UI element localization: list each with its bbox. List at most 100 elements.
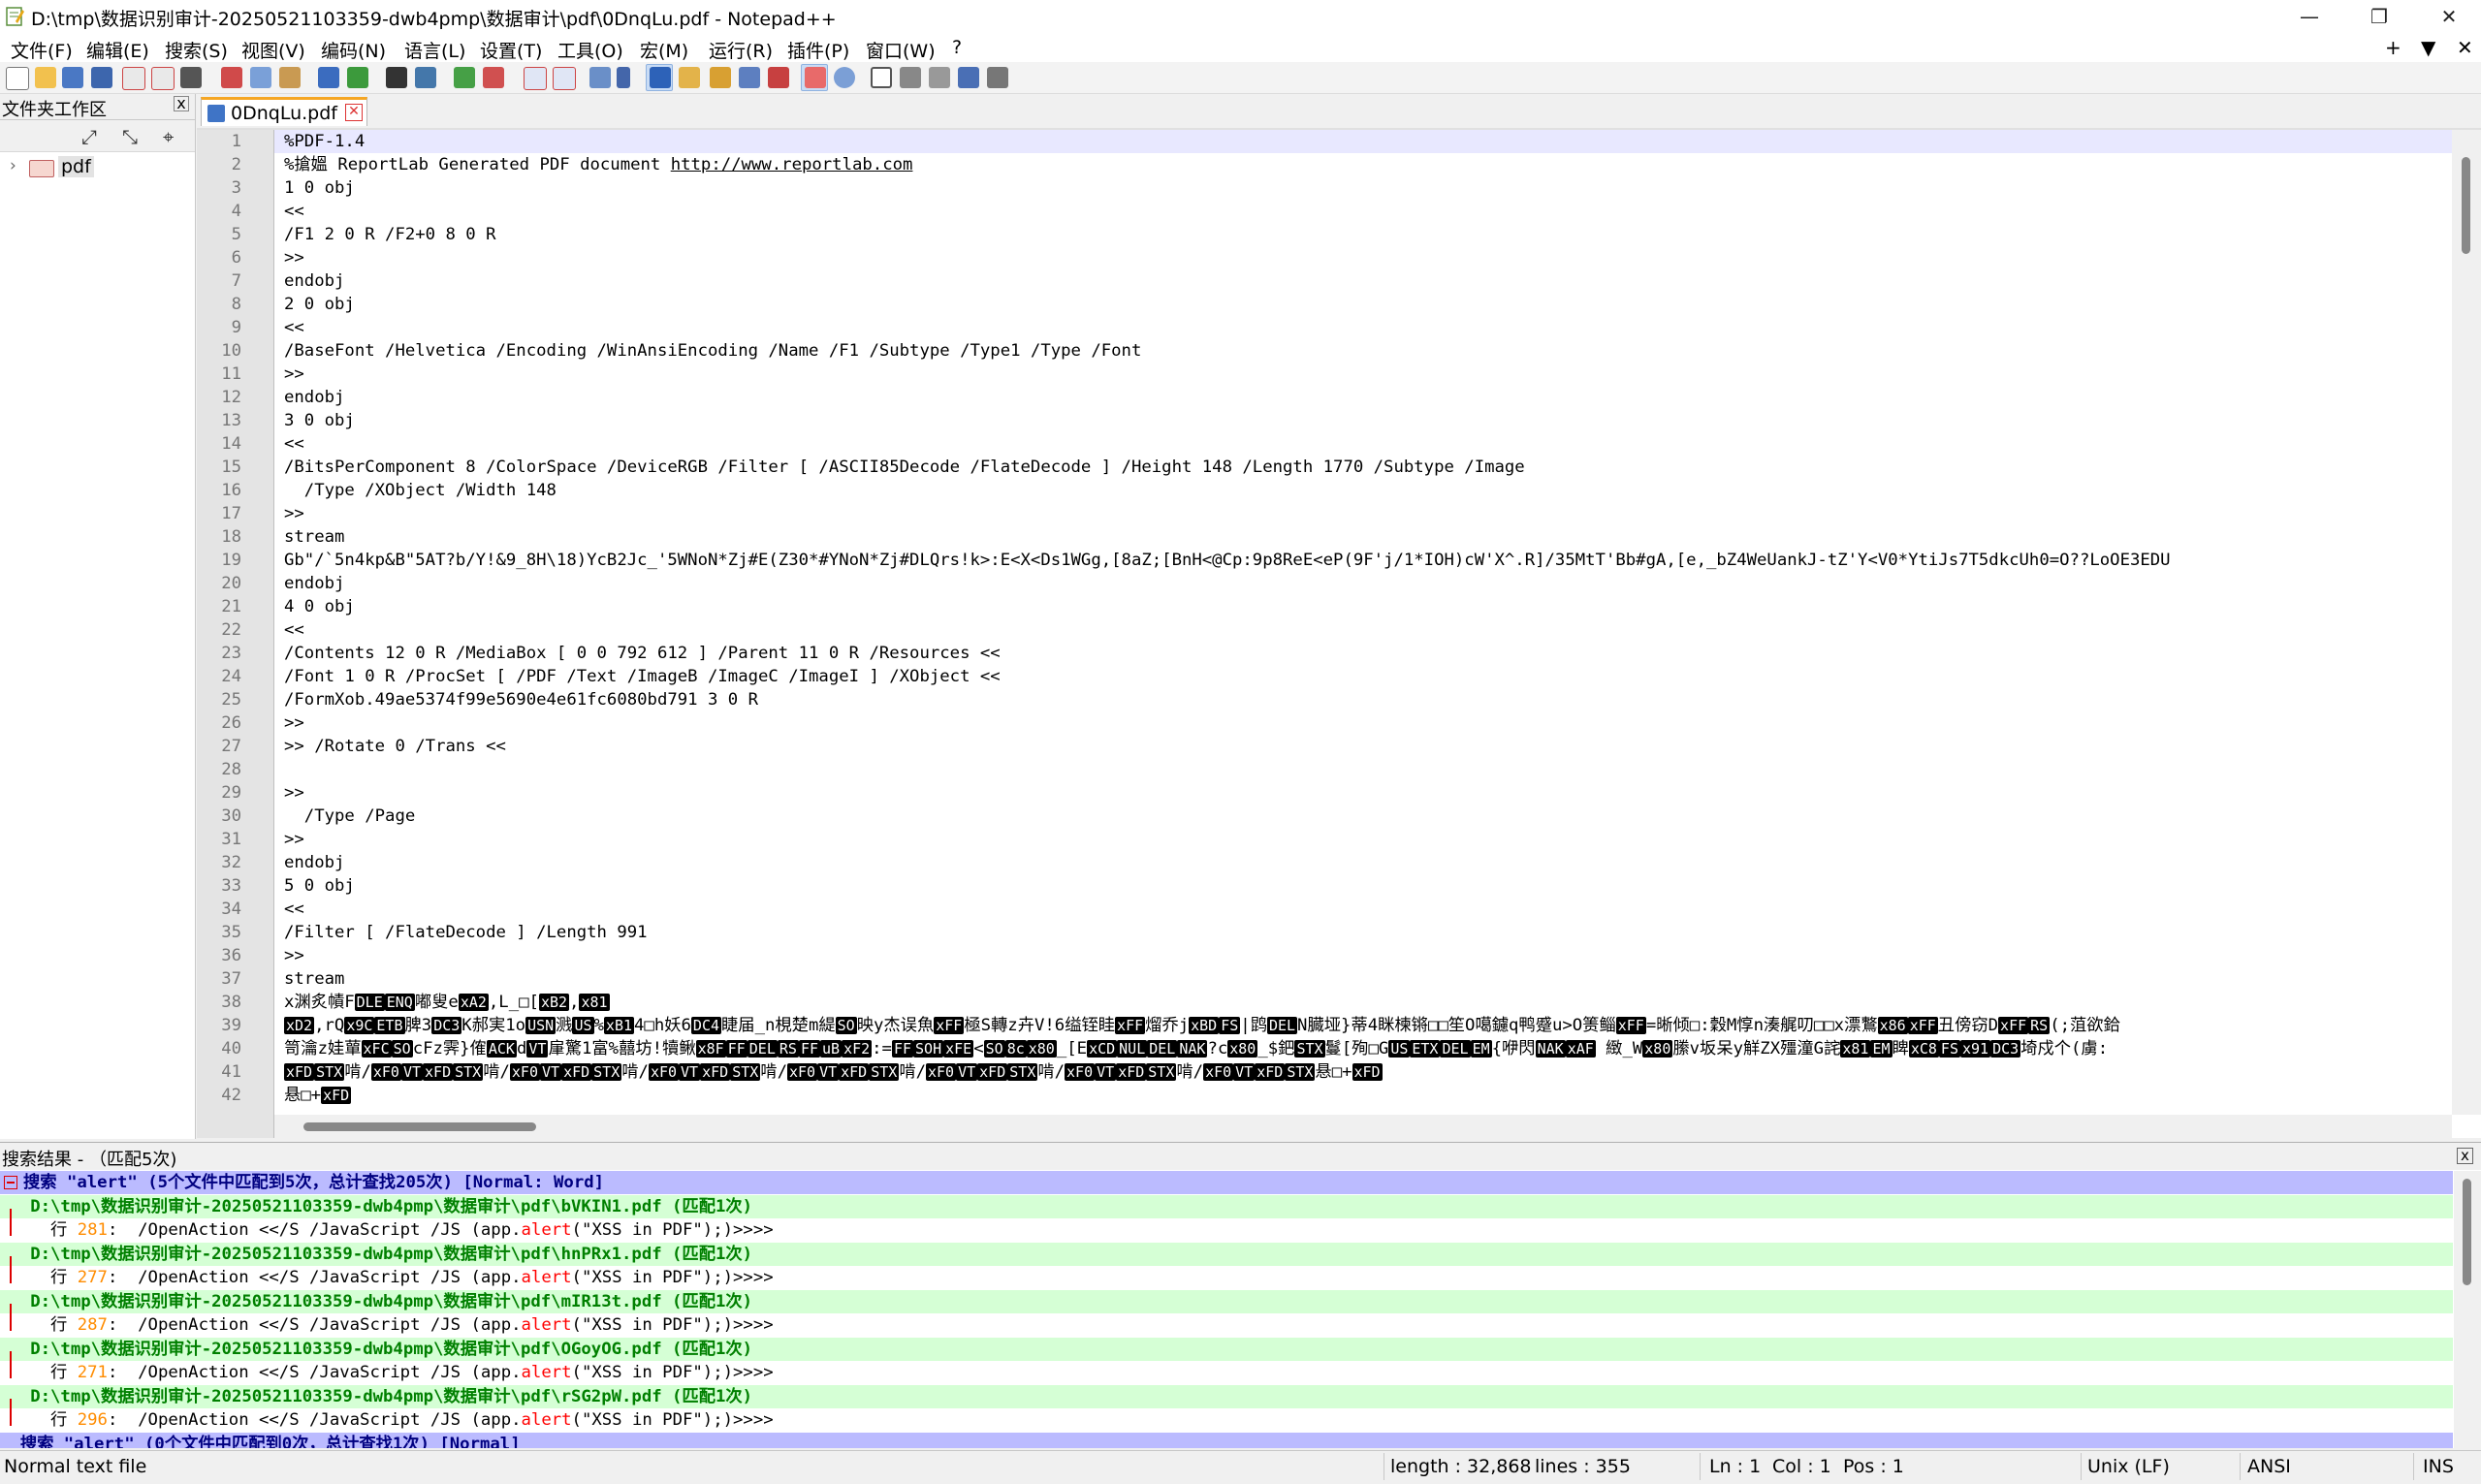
binary-text: 悬□+ (284, 1086, 322, 1105)
menu-tools[interactable]: 工具(O) (557, 37, 623, 63)
menu-file[interactable]: 文件(F) (11, 37, 73, 63)
menu-search[interactable]: 搜索(S) (165, 37, 228, 63)
locate-current-file-icon[interactable]: ⌖ (163, 125, 174, 148)
function-list-icon[interactable] (768, 67, 789, 88)
search-results-body[interactable]: 搜索 "alert" (5个文件中匹配到5次，总计查找205次) [Normal… (0, 1171, 2453, 1448)
menu-plugins[interactable]: 插件(P) (787, 37, 849, 63)
sync-vertical-icon[interactable] (524, 67, 547, 90)
control-char-box: FS (1219, 1017, 1241, 1034)
new-tab-plus-icon[interactable]: + (2385, 36, 2401, 59)
horizontal-scroll-thumb[interactable] (303, 1122, 536, 1131)
code-text: %搶媼 ReportLab Generated PDF document (284, 155, 671, 174)
save-icon[interactable] (62, 67, 83, 88)
user-language-icon[interactable] (679, 67, 700, 88)
control-char-box: NAK (1535, 1040, 1566, 1058)
document-map-icon[interactable] (710, 67, 731, 88)
search-hit-row[interactable]: 行 287: /OpenAction <</S /JavaScript /JS … (0, 1313, 2453, 1337)
run-macro-multiple-icon[interactable] (958, 67, 979, 88)
close-search-results-icon[interactable]: x (2457, 1148, 2473, 1164)
line-number: 2 (231, 155, 241, 174)
monitoring-icon[interactable] (834, 67, 855, 88)
vertical-scroll-thumb[interactable] (2462, 157, 2470, 254)
minimize-button[interactable]: — (2274, 0, 2344, 33)
close-file-icon[interactable] (122, 67, 145, 90)
search-file-row[interactable]: D:\tmp\数据识别审计-20250521103359-dwb4pmp\数据审… (0, 1384, 2453, 1408)
control-char-box: xFD (839, 1063, 870, 1081)
close-window-button[interactable]: ✕ (2414, 0, 2481, 33)
menu-help[interactable]: ? (952, 37, 962, 58)
binary-text: % (593, 1016, 604, 1035)
search-query-row[interactable]: 搜索 "alert" (5个文件中匹配到5次，总计查找205次) [Normal… (0, 1171, 2453, 1194)
redo-icon[interactable] (347, 67, 368, 88)
menu-edit[interactable]: 编辑(E) (86, 37, 149, 63)
undo-icon[interactable] (318, 67, 339, 88)
menu-macro[interactable]: 宏(M) (640, 37, 688, 63)
control-char-box: xFF (1615, 1017, 1646, 1034)
url-link[interactable]: http://www.reportlab.com (671, 155, 913, 174)
vertical-scrollbar[interactable] (2452, 130, 2481, 1115)
search-file-row[interactable]: D:\tmp\数据识别审计-20250521103359-dwb4pmp\数据审… (0, 1289, 2453, 1313)
control-char-box: x8F (695, 1040, 726, 1058)
open-file-icon[interactable] (35, 67, 56, 88)
search-hit-row[interactable]: 行 271: /OpenAction <</S /JavaScript /JS … (0, 1361, 2453, 1384)
zoom-in-icon[interactable] (454, 67, 475, 88)
paste-icon[interactable] (279, 67, 301, 88)
close-all-icon[interactable] (151, 67, 175, 90)
search-file-row[interactable]: D:\tmp\数据识别审计-20250521103359-dwb4pmp\数据审… (0, 1194, 2453, 1218)
search-scroll-thumb[interactable] (2463, 1179, 2471, 1285)
replace-icon[interactable] (415, 67, 436, 88)
search-file-row[interactable]: D:\tmp\数据识别审计-20250521103359-dwb4pmp\数据审… (0, 1337, 2453, 1361)
hit-keyword: alert (521, 1315, 572, 1335)
code-area[interactable]: %PDF-1.4 %搶媼 ReportLab Generated PDF docu… (274, 130, 2452, 1115)
new-file-icon[interactable] (6, 67, 29, 90)
menu-language[interactable]: 语言(L) (404, 37, 465, 63)
tab-list-dropdown-icon[interactable]: ▼ (2421, 36, 2435, 59)
save-all-icon[interactable] (91, 67, 112, 88)
code-line: 3 0 obj (284, 409, 355, 432)
editor[interactable]: 1 2 3 4 5 6 7 8 9 10 11 12 13 14 15 16 17 18 19 20 21 22 23 24 2… (197, 130, 2481, 1138)
current-line-highlight (274, 130, 2452, 153)
restore-button[interactable]: ❐ (2344, 0, 2414, 33)
menu-view[interactable]: 视图(V) (241, 37, 305, 63)
stop-recording-icon[interactable] (900, 67, 921, 88)
sync-horizontal-icon[interactable] (553, 67, 576, 90)
close-document-icon[interactable]: ✕ (2457, 36, 2473, 59)
search-query-row[interactable]: 搜索 "alert" (0个文件中匹配到0次，总计查找1次) [Normal] (0, 1432, 2453, 1449)
menu-window[interactable]: 窗口(W) (866, 37, 936, 63)
horizontal-scrollbar[interactable] (274, 1115, 2452, 1138)
code-line: endobj (284, 269, 344, 293)
menu-run[interactable]: 运行(R) (709, 37, 773, 63)
word-wrap-icon[interactable] (589, 67, 611, 88)
find-icon[interactable] (386, 67, 407, 88)
playback-macro-icon[interactable] (929, 67, 950, 88)
cut-icon[interactable] (221, 67, 242, 88)
menu-encoding[interactable]: 编码(N) (321, 37, 386, 63)
search-hit-row[interactable]: 行 281: /OpenAction <</S /JavaScript /JS … (0, 1218, 2453, 1242)
expand-all-icon[interactable]: ⤢ (81, 125, 97, 148)
print-icon[interactable] (180, 67, 202, 88)
search-results-scrollbar[interactable] (2454, 1171, 2481, 1448)
search-hit-row[interactable]: 行 296: /OpenAction <</S /JavaScript /JS … (0, 1408, 2453, 1432)
collapse-all-icon[interactable]: ⤡ (122, 125, 138, 148)
show-all-characters-icon[interactable] (617, 67, 630, 88)
line-number: 21 (221, 597, 241, 616)
close-tab-icon[interactable]: ✕ (345, 104, 363, 121)
close-panel-icon[interactable]: x (174, 96, 189, 111)
menu-settings[interactable]: 设置(T) (480, 37, 542, 63)
copy-icon[interactable] (250, 67, 271, 88)
control-char-box: xFF (1115, 1017, 1146, 1034)
control-char-box: x80 (1227, 1040, 1258, 1058)
search-query-text: 搜索 "alert" (5个文件中匹配到5次，总计查找205次) [Normal… (23, 1173, 605, 1192)
search-hit-row[interactable]: 行 277: /OpenAction <</S /JavaScript /JS … (0, 1266, 2453, 1289)
code-line: /BitsPerComponent 8 /ColorSpace /DeviceR… (284, 456, 1525, 479)
document-list-icon[interactable] (739, 67, 760, 88)
collapse-toggle-icon[interactable] (4, 1176, 17, 1189)
search-file-row[interactable]: D:\tmp\数据识别审计-20250521103359-dwb4pmp\数据审… (0, 1242, 2453, 1266)
document-tab[interactable]: 0DnqLu.pdf ✕ (201, 97, 367, 126)
zoom-out-icon[interactable] (483, 67, 504, 88)
record-macro-icon[interactable] (871, 67, 892, 88)
chevron-right-icon[interactable]: › (10, 156, 16, 175)
code-line: >> (284, 944, 304, 967)
save-macro-icon[interactable] (987, 67, 1008, 88)
